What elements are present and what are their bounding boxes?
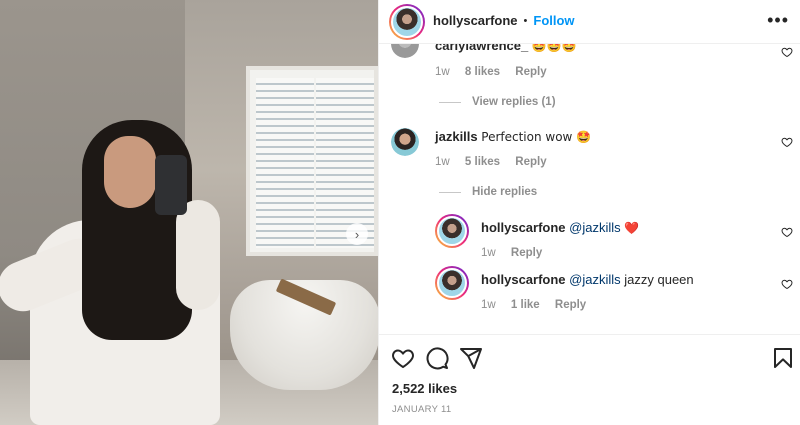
- toggle-divider: [439, 192, 461, 193]
- comment-text: carlylawrence_ 🤩🤩🤩: [435, 44, 577, 53]
- reply-text: hollyscarfone @jazkills jazzy queen: [481, 272, 694, 287]
- chevron-right-icon: ›: [354, 226, 360, 242]
- comment-body: Perfection wow 🤩: [481, 130, 592, 144]
- post-panel: hollyscarfone • Follow ••• carlylawrence…: [378, 0, 800, 425]
- comment-age: 1w: [435, 66, 450, 78]
- header-text: hollyscarfone • Follow: [433, 13, 575, 28]
- follow-button[interactable]: Follow: [533, 13, 574, 28]
- more-icon[interactable]: •••: [767, 10, 789, 31]
- reply-text: hollyscarfone @jazkills ❤️: [481, 220, 639, 235]
- post-actions: 2,522 likes JANUARY 11: [379, 334, 800, 425]
- author-username[interactable]: hollyscarfone: [433, 13, 518, 28]
- reply-username[interactable]: hollyscarfone: [481, 220, 566, 235]
- reply-mention[interactable]: @jazkills: [569, 220, 620, 235]
- likes-count[interactable]: 2,522 likes: [392, 381, 457, 396]
- comment-age: 1w: [435, 156, 450, 168]
- comment-likes[interactable]: 5 likes: [465, 156, 500, 168]
- comment-username[interactable]: carlylawrence_: [435, 44, 528, 53]
- commenter-avatar[interactable]: [391, 128, 419, 156]
- reply-button[interactable]: Reply: [555, 299, 586, 311]
- comment-body: 🤩🤩🤩: [531, 44, 577, 53]
- post-header: hollyscarfone • Follow •••: [379, 0, 800, 44]
- hide-replies-button[interactable]: Hide replies: [472, 186, 537, 198]
- reply-username[interactable]: hollyscarfone: [481, 272, 566, 287]
- heart-icon[interactable]: [781, 136, 793, 148]
- header-separator: •: [523, 14, 528, 27]
- commenter-avatar[interactable]: [391, 44, 419, 58]
- reply-button[interactable]: Reply: [515, 66, 546, 78]
- photo-person-arm-right: [176, 200, 220, 310]
- reply-button[interactable]: Reply: [515, 156, 546, 168]
- heart-icon[interactable]: [391, 346, 415, 370]
- heart-icon[interactable]: [781, 46, 793, 58]
- heart-icon[interactable]: [781, 278, 793, 290]
- reply-meta: 1w Reply: [481, 247, 554, 259]
- reply-age: 1w: [481, 299, 496, 311]
- next-photo-button[interactable]: ›: [346, 223, 368, 245]
- reply-likes[interactable]: 1 like: [511, 299, 540, 311]
- comment-icon[interactable]: [425, 346, 449, 370]
- photo-shutter-right: [316, 78, 374, 248]
- reply-body: ❤️: [624, 221, 640, 235]
- comment-meta: 1w 8 likes Reply: [435, 66, 559, 78]
- avatar-image: [391, 44, 419, 58]
- avatar-image: [437, 216, 467, 246]
- photo-phone: [155, 155, 187, 215]
- reply-button[interactable]: Reply: [511, 247, 542, 259]
- avatar-image: [437, 268, 467, 298]
- reply-avatar[interactable]: [435, 214, 469, 248]
- reply-meta: 1w 1 like Reply: [481, 299, 598, 311]
- view-replies-button[interactable]: View replies (1): [472, 96, 556, 108]
- avatar-image: [391, 6, 423, 38]
- reply-avatar[interactable]: [435, 266, 469, 300]
- reply-age: 1w: [481, 247, 496, 259]
- post-date: JANUARY 11: [392, 404, 452, 415]
- comment-meta: 1w 5 likes Reply: [435, 156, 559, 168]
- comments-list[interactable]: carlylawrence_ 🤩🤩🤩 1w 8 likes Reply View…: [379, 44, 800, 334]
- heart-icon[interactable]: [781, 226, 793, 238]
- toggle-divider: [439, 102, 461, 103]
- photo-shutter-left: [256, 78, 314, 248]
- bookmark-icon[interactable]: [771, 346, 795, 370]
- author-avatar[interactable]: [389, 4, 425, 40]
- comment-username[interactable]: jazkills: [435, 129, 478, 144]
- comment-text: jazkills Perfection wow 🤩: [435, 129, 591, 144]
- comment-likes[interactable]: 8 likes: [465, 66, 500, 78]
- avatar-image: [391, 128, 419, 156]
- reply-mention[interactable]: @jazkills: [569, 272, 620, 287]
- post-photo[interactable]: ›: [0, 0, 378, 425]
- photo-person-face: [104, 136, 156, 208]
- share-icon[interactable]: [459, 346, 483, 370]
- reply-body: jazzy queen: [624, 272, 694, 287]
